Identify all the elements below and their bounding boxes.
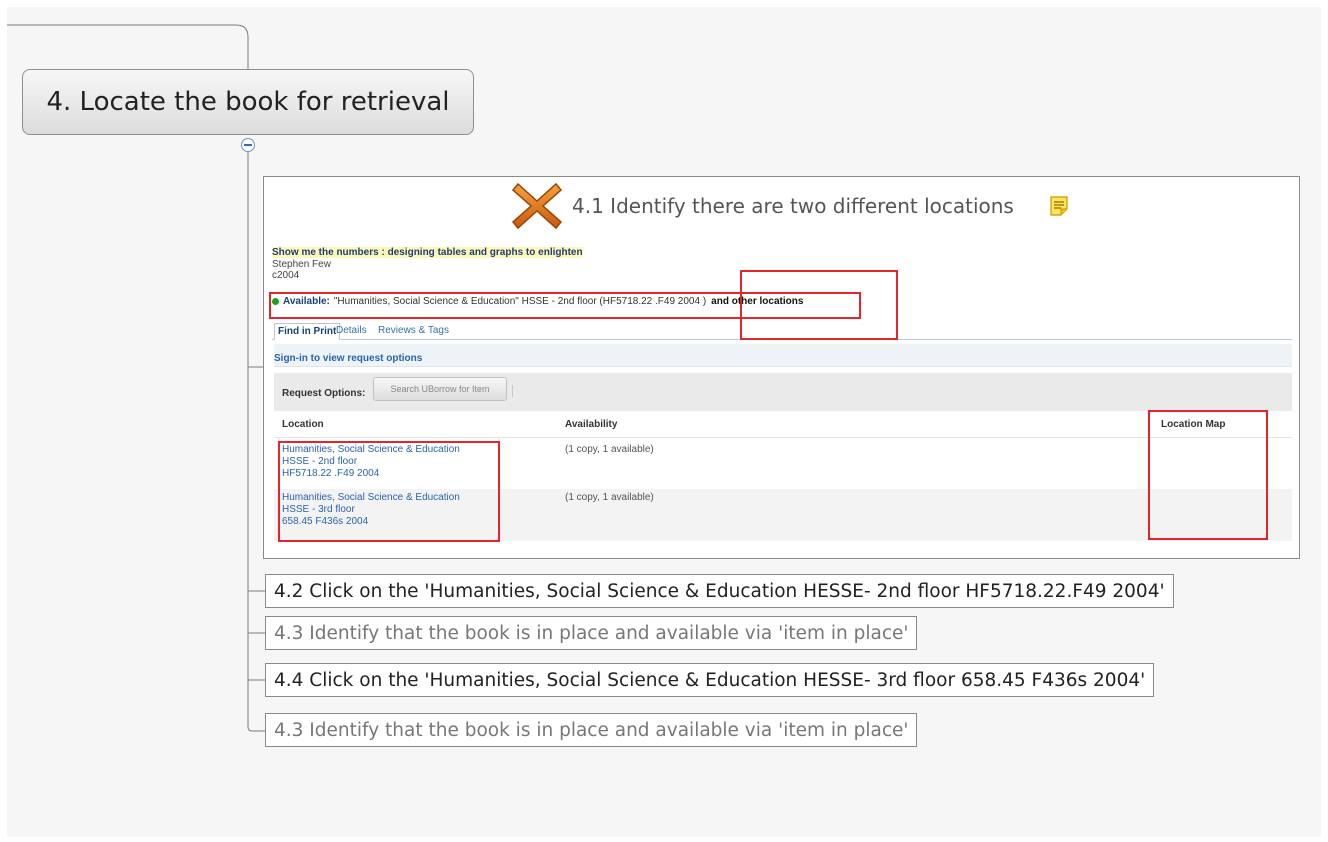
tab-details[interactable]: Details [336,325,367,336]
search-uborrow-button[interactable]: Search UBorrow for Item [373,377,507,401]
topic-4-3-second-label: 4.3 Identify that the book is in place a… [274,719,909,741]
divider [274,437,1292,438]
book-date: c2004 [272,270,300,281]
tab-reviews-tags[interactable]: Reviews & Tags [378,325,449,336]
highlight-box [278,441,500,542]
request-options-label: Request Options: [282,388,366,399]
highlight-box [1148,410,1268,540]
book-author: Stephen Few [272,259,331,270]
central-topic[interactable]: 4. Locate the book for retrieval [22,69,474,135]
divider [512,385,513,397]
topic-4-2-label: 4.2 Click on the 'Humanities, Social Sci… [274,580,1165,602]
highlight-box [740,270,898,340]
availability-cell: (1 copy, 1 available) [565,492,654,503]
column-header-location: Location [282,419,324,430]
topic-4-3[interactable]: 4.3 Identify that the book is in place a… [265,616,918,650]
central-topic-label: 4. Locate the book for retrieval [46,87,450,117]
topic-4-2[interactable]: 4.2 Click on the 'Humanities, Social Sci… [265,574,1174,608]
topic-4-4[interactable]: 4.4 Click on the 'Humanities, Social Sci… [265,663,1155,697]
column-header-availability: Availability [565,419,618,430]
tab-find-in-print[interactable]: Find in Print [274,323,341,340]
signin-link[interactable]: Sign-in to view request options [274,353,422,364]
topic-4-1[interactable]: 4.1 Identify there are two different loc… [263,176,1300,559]
signin-bar [274,344,1292,367]
catalog-screenshot: Show me the numbers : designing tables a… [264,177,1299,558]
availability-cell: (1 copy, 1 available) [565,444,654,455]
topic-4-3-label: 4.3 Identify that the book is in place a… [274,622,909,644]
topic-4-4-label: 4.4 Click on the 'Humanities, Social Sci… [274,669,1146,691]
topic-4-3-second[interactable]: 4.3 Identify that the book is in place a… [265,713,918,747]
collapse-toggle-icon[interactable] [241,138,255,152]
book-title: Show me the numbers : designing tables a… [272,247,583,258]
